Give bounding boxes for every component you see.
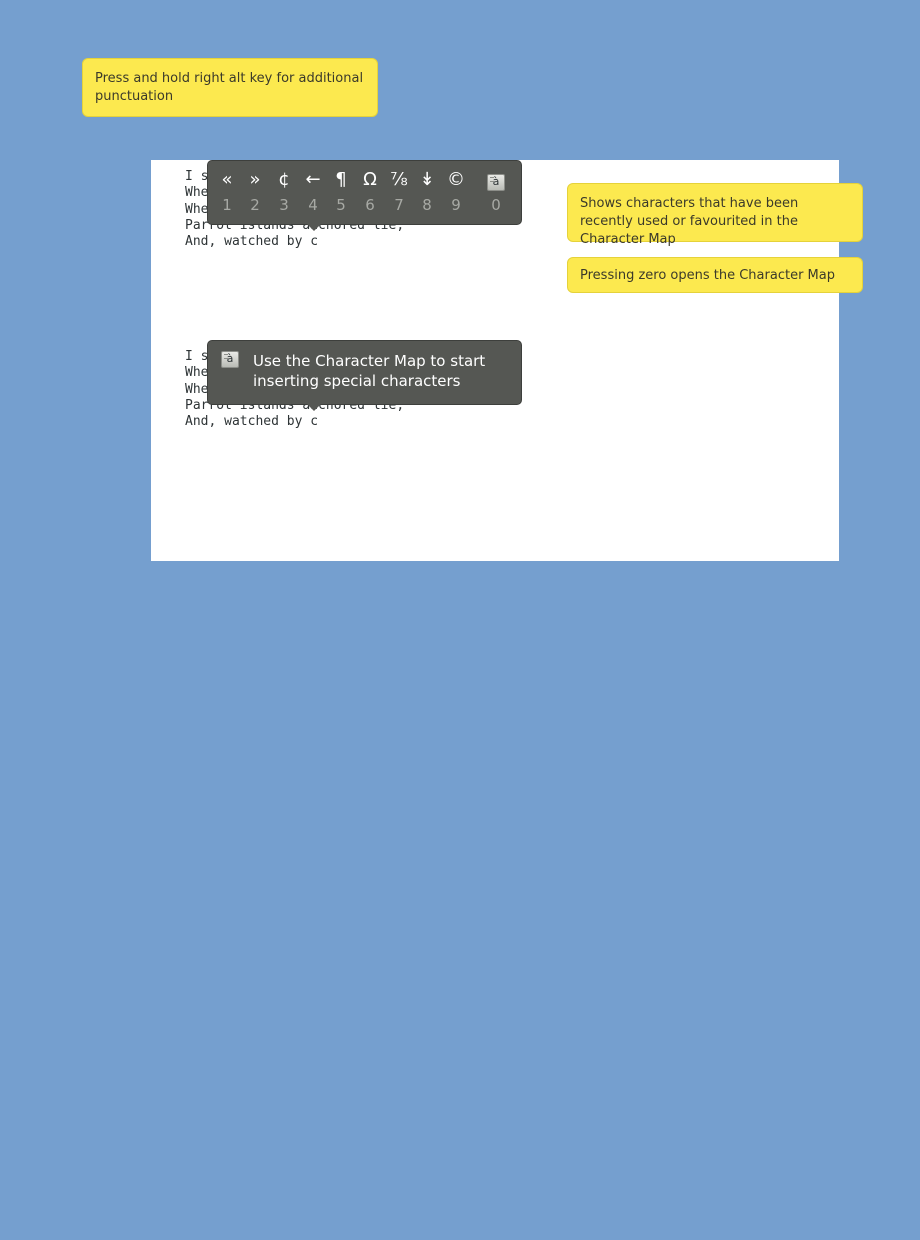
char-option-5[interactable]: ¶ 5 (327, 168, 355, 216)
char-glyph: ⅞ (390, 169, 408, 190)
character-map-icon: à (487, 174, 505, 191)
char-shortcut-number: 3 (279, 196, 289, 214)
tip-alt-key: Press and hold right alt key for additio… (82, 58, 378, 117)
character-map-icon[interactable]: à (221, 351, 239, 368)
popup-pointer (307, 404, 321, 411)
popup-pointer (307, 224, 321, 231)
char-shortcut-number: 2 (250, 196, 260, 214)
char-glyph: Ω (363, 169, 377, 190)
char-option-7[interactable]: ⅞ 7 (385, 168, 413, 216)
char-glyph: « (221, 169, 233, 190)
char-shortcut-number: 9 (451, 196, 461, 214)
char-shortcut-number: 1 (222, 196, 232, 214)
char-option-9[interactable]: © 9 (442, 168, 470, 216)
char-glyph: » (249, 169, 261, 190)
char-shortcut-number: 6 (365, 196, 375, 214)
char-option-3[interactable]: ¢ 3 (270, 168, 298, 216)
char-option-1[interactable]: « 1 (213, 168, 241, 216)
char-option-4[interactable]: ← 4 (299, 168, 327, 216)
char-shortcut-number: 5 (336, 196, 346, 214)
open-character-map-button[interactable]: à 0 (482, 168, 510, 216)
char-shortcut-number: 0 (491, 196, 501, 214)
char-shortcut-number: 4 (308, 196, 318, 214)
char-shortcut-number: 7 (394, 196, 404, 214)
char-glyph: ← (305, 169, 321, 190)
char-shortcut-number: 8 (422, 196, 432, 214)
special-character-popup: « 1 » 2 ¢ 3 ← 4 ¶ 5 Ω 6 ⅞ 7 ↡ 8 © 9 à 0 (207, 160, 522, 231)
char-option-2[interactable]: » 2 (241, 168, 269, 216)
char-glyph: ¢ (278, 169, 290, 190)
character-map-hint-popup: à Use the Character Map to start inserti… (207, 340, 522, 411)
hint-text: Use the Character Map to start inserting… (253, 352, 486, 390)
tip-zero-opens-map: Pressing zero opens the Character Map (567, 257, 863, 293)
char-glyph: ¶ (335, 169, 347, 190)
char-glyph: ↡ (419, 169, 435, 190)
char-option-8[interactable]: ↡ 8 (413, 168, 441, 216)
char-glyph: © (447, 169, 465, 190)
char-option-6[interactable]: Ω 6 (356, 168, 384, 216)
tip-recent-characters: Shows characters that have been recently… (567, 183, 863, 247)
